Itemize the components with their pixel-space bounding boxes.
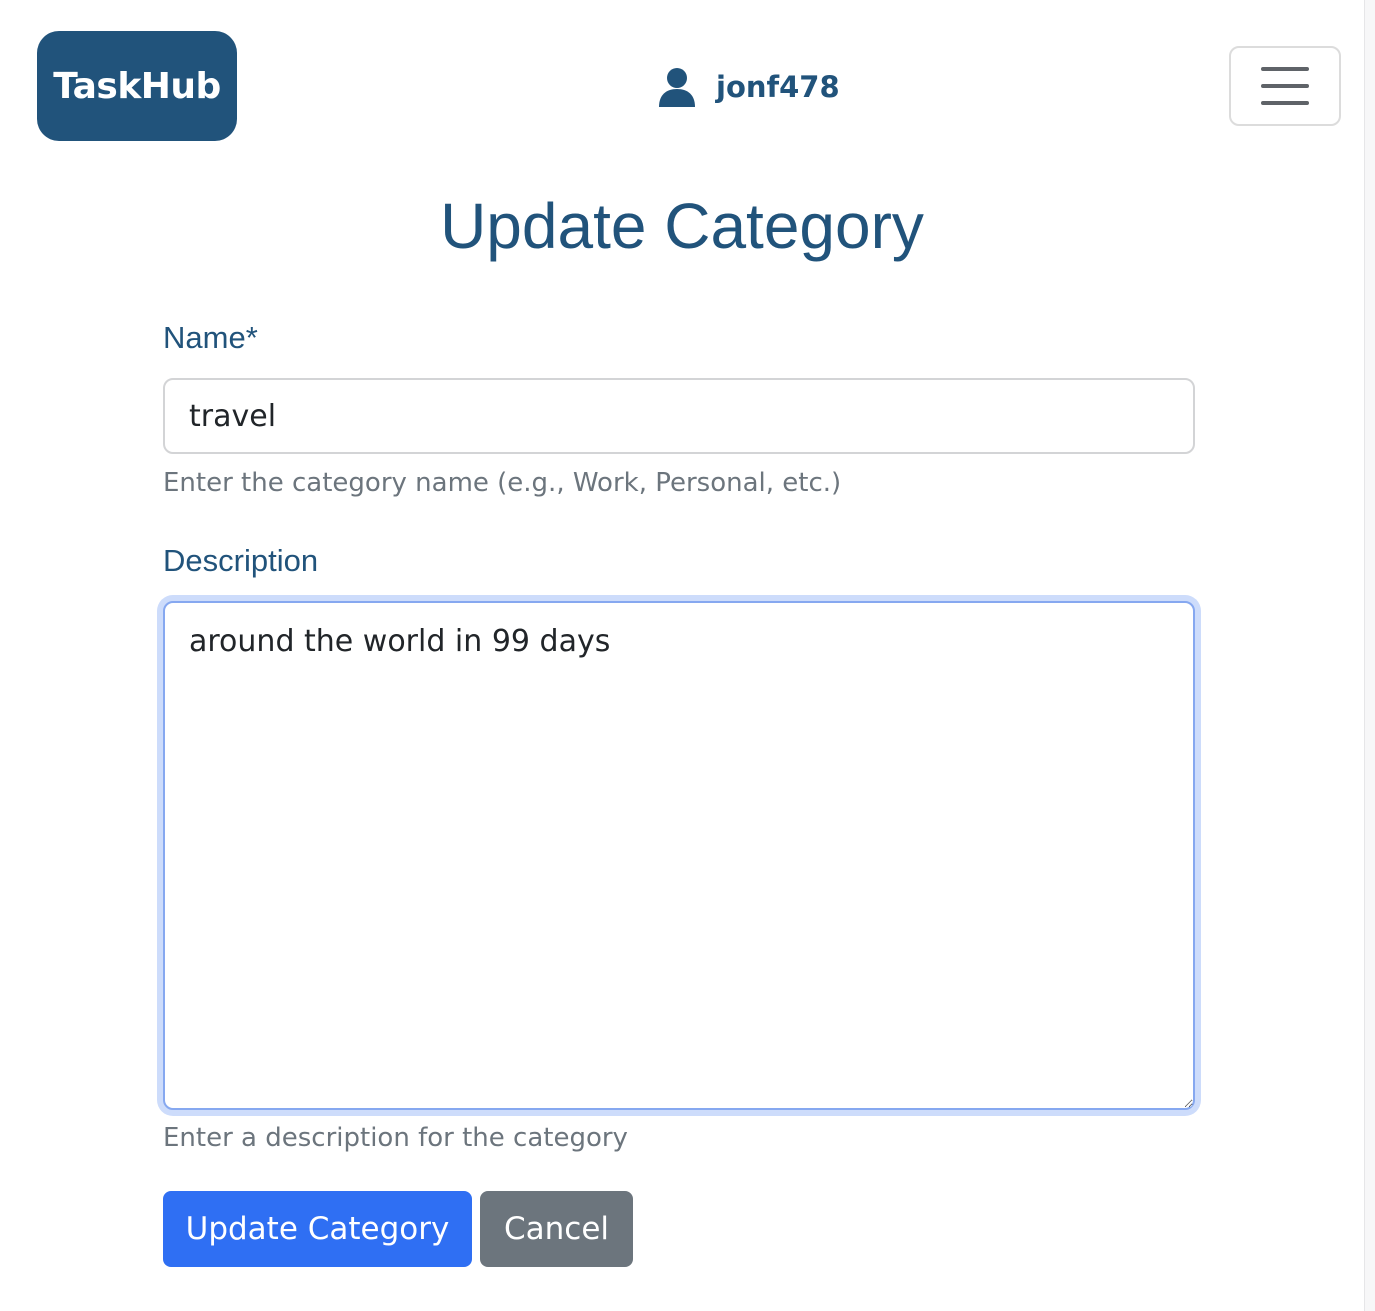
name-label: Name*	[163, 320, 258, 355]
user-icon	[659, 68, 695, 107]
user-info: jonf478	[658, 64, 840, 110]
page-title: Update Category	[440, 190, 924, 262]
name-input[interactable]	[163, 378, 1195, 454]
brand-logo-link[interactable]: TaskHub	[37, 31, 237, 141]
navbar: TaskHub jonf478	[0, 0, 1364, 160]
page: TaskHub jonf478 Update Category Name* En…	[0, 0, 1375, 1311]
description-textarea[interactable]: around the world in 99 days	[163, 601, 1195, 1110]
navbar-toggle-button[interactable]	[1229, 46, 1341, 126]
description-help-text: Enter a description for the category	[163, 1123, 628, 1153]
scrollbar[interactable]	[1364, 0, 1375, 1311]
username: jonf478	[716, 70, 840, 104]
name-help-text: Enter the category name (e.g., Work, Per…	[163, 468, 842, 498]
hamburger-menu-icon	[1261, 84, 1309, 88]
cancel-button[interactable]: Cancel	[480, 1191, 633, 1267]
update-category-button[interactable]: Update Category	[163, 1191, 472, 1267]
description-label: Description	[163, 543, 319, 578]
hamburger-menu-icon	[1261, 67, 1309, 71]
hamburger-menu-icon	[1261, 101, 1309, 105]
